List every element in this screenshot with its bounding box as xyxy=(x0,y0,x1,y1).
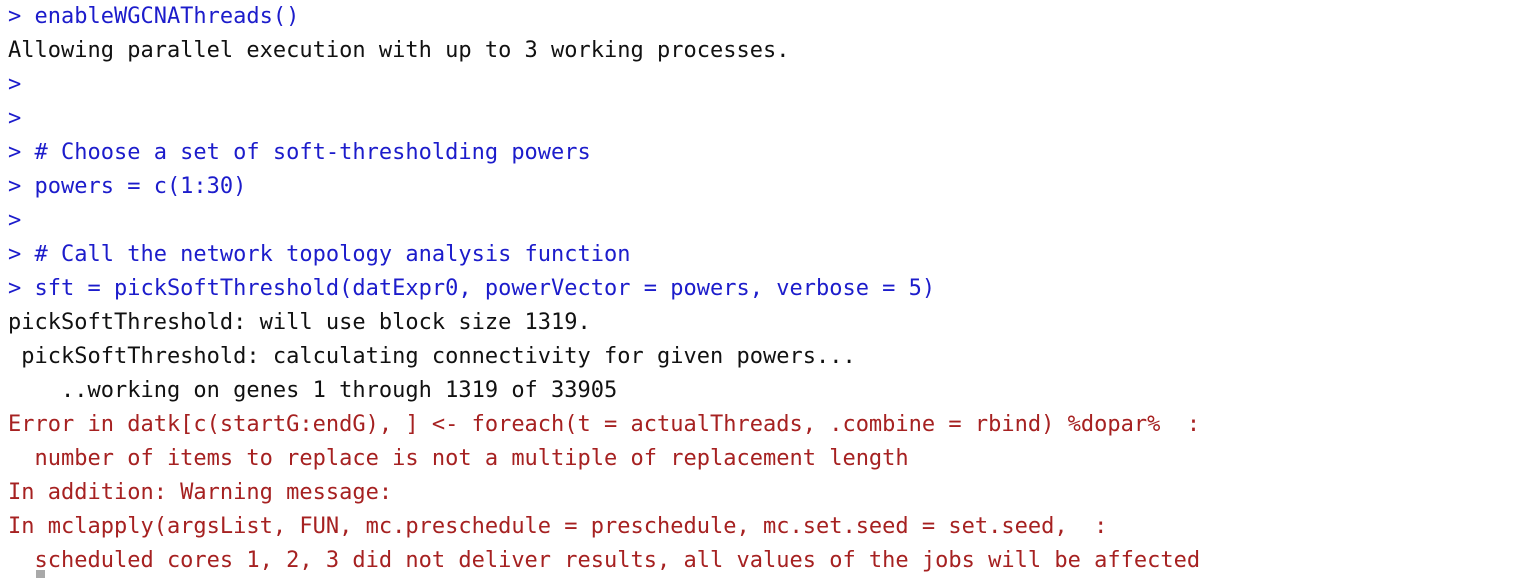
console-input-line: > xyxy=(8,208,22,233)
console-output-line: pickSoftThreshold: calculating connectiv… xyxy=(8,344,856,369)
console-output-line: ..working on genes 1 through 1319 of 339… xyxy=(8,378,618,403)
console-input-line: > sft = pickSoftThreshold(datExpr0, powe… xyxy=(8,276,936,301)
console-error-line: Error in datk[c(startG:endG), ] <- forea… xyxy=(8,412,1201,437)
console-input-line: > xyxy=(8,72,22,97)
console-error-line: number of items to replace is not a mult… xyxy=(8,446,909,471)
console-line-container: > enableWGCNAThreads() Allowing parallel … xyxy=(0,0,1536,578)
console-input-line: > enableWGCNAThreads() xyxy=(8,4,300,29)
console-output-line: Allowing parallel execution with up to 3… xyxy=(8,38,790,63)
console-error-line: In addition: Warning message: xyxy=(8,480,393,505)
console-input-line: > # Choose a set of soft-thresholding po… xyxy=(8,140,591,165)
console-error-line: In mclapply(argsList, FUN, mc.preschedul… xyxy=(8,514,1108,539)
console-input-line: > # Call the network topology analysis f… xyxy=(8,242,631,267)
r-console-output[interactable]: > enableWGCNAThreads() Allowing parallel … xyxy=(0,0,1536,578)
console-input-line: > xyxy=(8,106,22,131)
console-error-line: scheduled cores 1, 2, 3 did not deliver … xyxy=(8,548,1201,573)
console-input-line: > powers = c(1:30) xyxy=(8,174,247,199)
console-output-line: pickSoftThreshold: will use block size 1… xyxy=(8,310,591,335)
text-cursor xyxy=(36,570,45,578)
